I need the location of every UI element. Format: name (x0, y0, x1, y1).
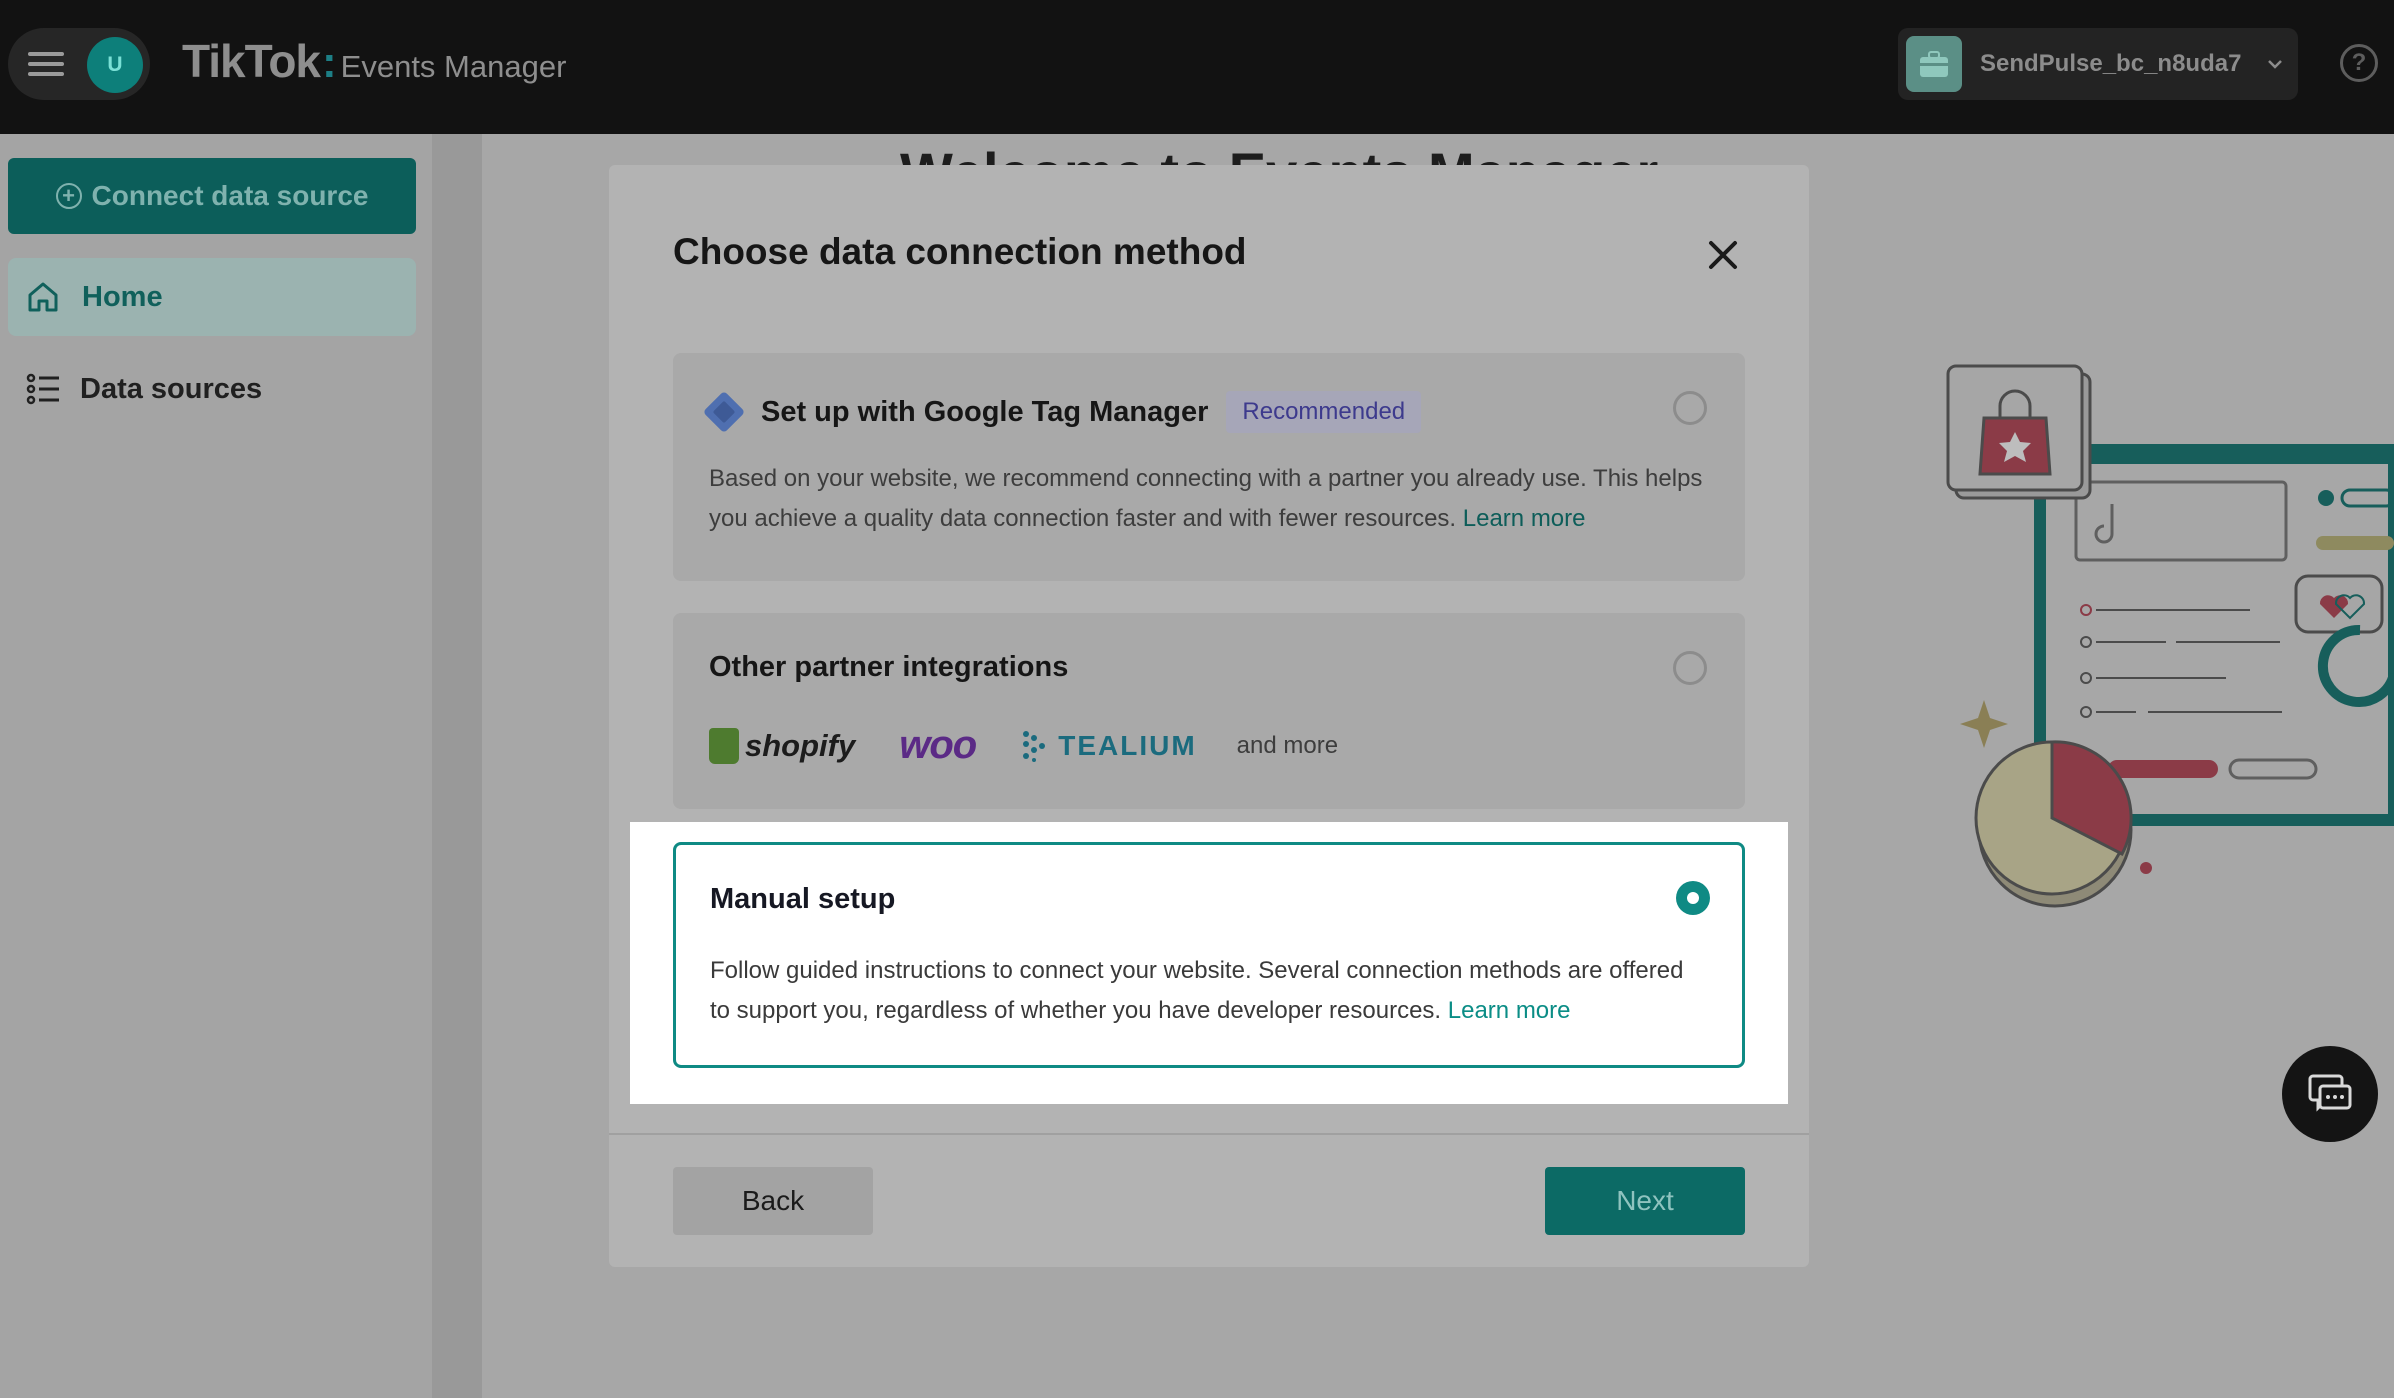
shopify-logo: shopify (709, 727, 856, 764)
sidebar-item-home[interactable]: Home (8, 258, 416, 336)
tealium-dots-icon (1023, 730, 1046, 762)
option-manual-setup[interactable]: Manual setup Follow guided instructions … (673, 842, 1745, 1068)
brand-separator: : (322, 38, 337, 87)
partner-logos: shopify woo TEALIUM and more (709, 723, 1338, 768)
tealium-wordmark: TEALIUM (1058, 729, 1197, 761)
welcome-illustration (1946, 364, 2394, 908)
radio-partner-integrations[interactable] (1673, 651, 1707, 685)
sidebar-item-data-sources[interactable]: Data sources (8, 350, 416, 428)
and-more-label: and more (1236, 731, 1339, 759)
option-title-row: Set up with Google Tag Manager Recommend… (702, 390, 1422, 434)
account-switcher[interactable]: SendPulse_bc_n8uda7 (1898, 28, 2298, 100)
product-name: Events Manager (340, 49, 567, 84)
sidebar-divider (432, 134, 482, 1398)
list-icon (26, 373, 59, 405)
sidebar-item-label: Home (82, 280, 163, 313)
option-title: Set up with Google Tag Manager (761, 395, 1209, 428)
shopify-wordmark: shopify (745, 727, 856, 763)
chat-support-button[interactable] (2282, 1046, 2378, 1142)
google-tag-manager-icon (702, 390, 746, 434)
sidebar: + Connect data source Home Data sources (0, 134, 432, 1398)
home-icon (28, 282, 58, 312)
help-icon[interactable]: ? (2340, 44, 2378, 82)
shopify-bag-icon (709, 727, 739, 764)
recommended-badge: Recommended (1226, 391, 1422, 433)
avatar[interactable]: U (87, 37, 143, 93)
option-description: Follow guided instructions to connect yo… (710, 951, 1710, 1031)
tiktok-wordmark: TikTok (182, 35, 321, 87)
radio-google-tag-manager[interactable] (1673, 391, 1707, 425)
hamburger-menu-icon[interactable] (24, 46, 72, 82)
top-bar: U TikTok : Events Manager SendPulse_bc_n… (0, 0, 2394, 134)
option-partner-integrations[interactable]: Other partner integrations shopify woo T… (673, 613, 1745, 809)
chat-bubbles-icon (2308, 1074, 2352, 1112)
sidebar-item-label: Data sources (80, 372, 263, 405)
learn-more-link[interactable]: Learn more (1448, 997, 1571, 1024)
briefcase-icon (1906, 36, 1962, 92)
plus-circle-icon: + (55, 183, 82, 209)
modal-title: Choose data connection method (673, 231, 1247, 272)
connect-data-source-button[interactable]: + Connect data source (8, 158, 416, 234)
close-icon[interactable] (1703, 235, 1743, 275)
back-button[interactable]: Back (673, 1167, 873, 1235)
next-button[interactable]: Next (1545, 1167, 1745, 1235)
modal-footer-divider (609, 1133, 1809, 1135)
woocommerce-logo: woo (899, 723, 977, 767)
option-title: Manual setup (710, 883, 896, 915)
connect-data-source-label: Connect data source (91, 180, 369, 211)
option-google-tag-manager[interactable]: Set up with Google Tag Manager Recommend… (673, 353, 1745, 581)
account-name: SendPulse_bc_n8uda7 (1980, 50, 2242, 77)
radio-manual-setup-selected[interactable] (1676, 881, 1710, 915)
learn-more-link[interactable]: Learn more (1463, 505, 1586, 532)
chevron-down-icon (2268, 60, 2283, 69)
option-description: Based on your website, we recommend conn… (709, 459, 1709, 539)
brand-logo[interactable]: TikTok : Events Manager (182, 34, 566, 94)
option-title: Other partner integrations (709, 651, 1069, 683)
tealium-logo: TEALIUM (1020, 728, 1196, 764)
